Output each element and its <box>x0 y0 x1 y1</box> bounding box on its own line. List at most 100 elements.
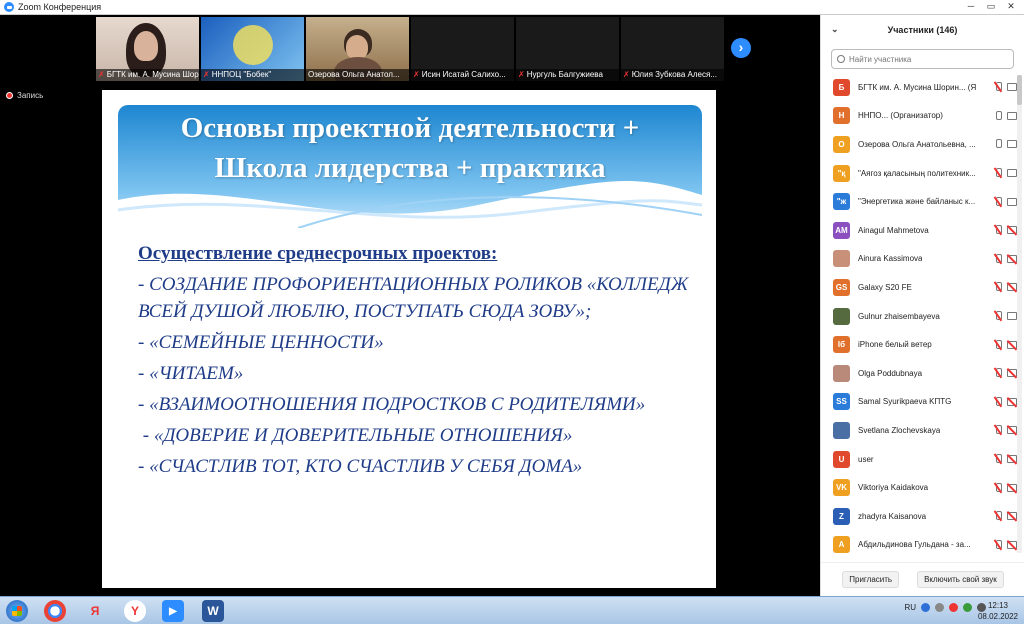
clock[interactable]: 12:13 08.02.2022 <box>978 600 1018 622</box>
avatar: Z <box>833 507 850 525</box>
scrollbar[interactable] <box>1017 75 1022 553</box>
close-button[interactable]: ✕ <box>1002 1 1020 12</box>
mic-muted-icon <box>994 82 1002 92</box>
participant-name: Samal Syurikpaeva KПТG <box>858 397 952 407</box>
camera-icon <box>1007 83 1017 92</box>
search-icon <box>837 55 845 63</box>
participant-row[interactable]: Iб iPhone белый ветер <box>821 330 1017 359</box>
participant-status <box>994 511 1017 521</box>
participant-row[interactable]: Gulnur zhaisembayeva <box>821 302 1017 331</box>
participant-row[interactable]: Uuser <box>821 445 1017 474</box>
participant-row[interactable]: SS Samal Syurikpaeva KПТG <box>821 388 1017 417</box>
participant-name: Galaxy S20 FE <box>858 282 912 292</box>
avatar <box>833 364 850 382</box>
mic-muted-icon <box>994 425 1002 435</box>
participant-row[interactable]: Zzhadyra Kaisanova <box>821 502 1017 531</box>
participant-status <box>994 139 1017 149</box>
participant-search[interactable] <box>831 49 1014 69</box>
avatar: "ж <box>833 193 850 211</box>
yandex-tray-icon[interactable] <box>949 603 958 612</box>
video-tile[interactable]: ✗ Исин Исатай Салихо... <box>411 17 514 81</box>
participant-name: Viktoriya Kaidakova <box>858 483 929 493</box>
participant-row[interactable]: Ainura Kassimova <box>821 245 1017 274</box>
slide-subheading: Осуществление среднесрочных проектов: <box>138 243 498 264</box>
camera-off-icon <box>1007 397 1017 406</box>
participant-name: iPhone белый ветер <box>858 340 932 350</box>
search-input[interactable] <box>849 54 999 64</box>
mic-muted-icon <box>994 225 1002 235</box>
clock-date: 08.02.2022 <box>977 612 1018 621</box>
participant-row[interactable]: Н ННПО... (Организатор) <box>821 102 1017 131</box>
camera-icon <box>1007 169 1017 178</box>
minimize-button[interactable]: ─ <box>962 1 980 12</box>
video-tile[interactable]: ✗ Нургуль Балгужиева <box>516 17 619 81</box>
camera-off-icon <box>1007 540 1017 549</box>
network-icon[interactable] <box>935 603 944 612</box>
help-icon[interactable] <box>921 603 930 612</box>
camera-off-icon <box>1007 254 1017 263</box>
participant-status <box>994 168 1017 178</box>
antivirus-icon[interactable] <box>963 603 972 612</box>
participant-name: Gulnur zhaisembayeva <box>858 311 940 321</box>
recording-indicator[interactable]: Запись <box>6 91 43 100</box>
participant-row[interactable]: GS Galaxy S20 FE <box>821 273 1017 302</box>
mic-muted-icon: ✗ <box>413 70 420 79</box>
maximize-button[interactable]: ▭ <box>982 1 1000 12</box>
language-indicator[interactable]: RU <box>904 603 916 612</box>
camera-off-icon <box>1007 483 1017 492</box>
camera-icon <box>1007 197 1017 206</box>
video-tile[interactable]: Озерова Ольга Анатол... <box>306 17 409 81</box>
mic-muted-icon <box>994 539 1002 550</box>
unmute-button[interactable]: Включить свой звук <box>917 571 1004 588</box>
next-page-button[interactable]: › <box>731 38 751 58</box>
clock-time: 12:13 <box>987 601 1008 610</box>
zoom-icon[interactable]: ▶ <box>162 600 184 622</box>
window-title: Zoom Конференция <box>18 2 102 12</box>
mic-muted-icon <box>994 511 1002 521</box>
participant-status <box>994 110 1017 121</box>
shared-slide: Основы проектной деятельности + Школа ли… <box>102 90 716 588</box>
avatar: U <box>833 450 850 468</box>
slide-list-item: - «СЕМЕЙНЫЕ ЦЕННОСТИ» <box>138 332 384 353</box>
chrome-icon[interactable] <box>44 600 66 622</box>
participant-status <box>994 253 1017 264</box>
participant-name: Olga Poddubnaya <box>858 368 923 378</box>
video-tile[interactable]: ✗ ННПОЦ "Бобек" <box>201 17 304 81</box>
participant-status <box>994 339 1017 350</box>
participant-row[interactable]: "ж "Энергетика және байланыс к... <box>821 187 1017 216</box>
word-icon[interactable]: W <box>202 600 224 622</box>
participant-status <box>994 225 1017 235</box>
start-button[interactable] <box>6 600 28 622</box>
participant-row[interactable]: Svetlana Zlochevskaya <box>821 416 1017 445</box>
video-tile-name: Исин Исатай Салихо... <box>421 70 506 79</box>
participant-row[interactable]: AM Ainagul Mahmetova <box>821 216 1017 245</box>
yandex-icon[interactable]: Я <box>84 600 106 622</box>
camera-off-icon <box>1007 283 1017 292</box>
participant-name: Ainura Kassimova <box>858 254 923 264</box>
video-tile[interactable]: ✗ Юлия Зубкова Алеся... <box>621 17 724 81</box>
participant-row[interactable]: VK Viktoriya Kaidakova <box>821 473 1017 502</box>
video-tile[interactable]: ✗БГТК им. А. Мусина Шори... <box>96 17 199 81</box>
mic-muted-icon: ✗ <box>98 70 105 79</box>
invite-button[interactable]: Пригласить <box>842 571 900 588</box>
mic-muted-icon <box>994 311 1002 321</box>
video-tile-name: БГТК им. А. Мусина Шори... <box>106 70 199 79</box>
yandex-browser-icon[interactable]: Y <box>124 600 146 622</box>
participant-row[interactable]: Б БГТК им. А. Мусина Шорин... (Я) <box>821 73 1017 102</box>
participant-row[interactable]: "қ "Аягоз қаласының политехник... <box>821 159 1017 188</box>
avatar <box>833 421 850 439</box>
video-strip: ✗БГТК им. А. Мусина Шори... ✗ННПОЦ "Бобе… <box>96 17 724 81</box>
chevron-down-icon[interactable]: ⌄ <box>831 24 839 35</box>
mic-muted-icon <box>994 196 1002 207</box>
slide-title-line: Школа лидерства + практика <box>214 152 606 184</box>
participant-row[interactable]: Olga Poddubnaya <box>821 359 1017 388</box>
system-tray: RU <box>904 603 986 612</box>
participant-row[interactable]: О Озерова Ольга Анатольевна, ... <box>821 130 1017 159</box>
taskbar: Я Y ▶ W RU 12:13 08.02.2022 <box>0 596 1024 624</box>
participant-row[interactable]: А Абдильдинова Гульдана - за... <box>821 531 1017 560</box>
video-tile-name: Юлия Зубкова Алеся... <box>631 70 717 79</box>
participant-status <box>994 368 1017 378</box>
participant-name: "Энергетика және байланыс к... <box>858 197 976 207</box>
participant-status <box>994 196 1017 207</box>
slide-list-item: - «ЧИТАЕМ» <box>138 363 244 384</box>
